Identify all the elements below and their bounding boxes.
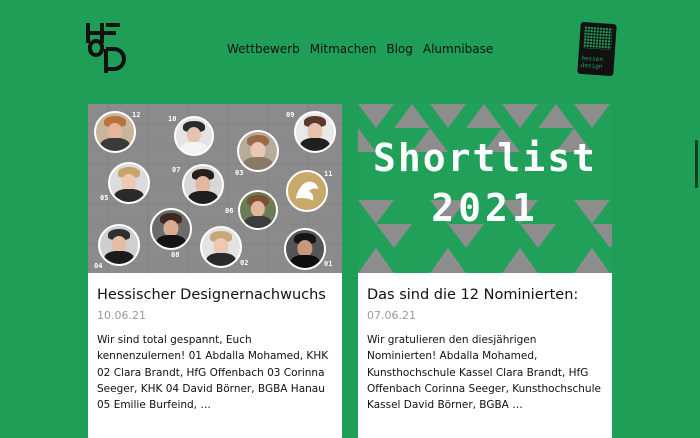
post-date: 10.06.21 — [97, 309, 146, 322]
post-image-photo-grid[interactable]: 12 10 09 03 07 05 11 06 04 08 02 01 — [88, 104, 342, 273]
nominee-avatar-02 — [200, 226, 242, 268]
hessen-design-monogram-icon — [86, 23, 126, 73]
label-11: 11 — [324, 170, 333, 178]
nominee-avatar-10 — [174, 116, 214, 156]
banner-line-1: Shortlist — [373, 136, 597, 180]
nominee-avatar-03 — [237, 130, 279, 172]
post-title[interactable]: Hessischer Designernachwuchs — [97, 287, 326, 303]
post-image-banner[interactable]: Shortlist 2021 — [358, 104, 612, 273]
badge-line-2: design — [580, 61, 603, 71]
label-04: 04 — [94, 262, 103, 270]
nominee-avatar-08 — [150, 208, 192, 250]
label-12: 12 — [132, 111, 141, 119]
nominee-avatar-09 — [294, 111, 336, 153]
hessen-design-badge-icon[interactable]: hessen design — [577, 21, 617, 77]
label-02: 02 — [240, 259, 249, 267]
nav-link-mitmachen[interactable]: Mitmachen — [310, 41, 377, 57]
nominee-avatar-01 — [284, 228, 326, 270]
label-03: 03 — [235, 169, 244, 177]
nominee-avatar-06 — [238, 190, 278, 230]
nominee-avatar-07 — [182, 164, 224, 206]
post-date: 07.06.21 — [367, 309, 416, 322]
site-logo[interactable] — [84, 21, 126, 75]
label-06: 06 — [225, 207, 234, 215]
post-title[interactable]: Das sind die 12 Nominierten: — [367, 287, 578, 303]
label-07: 07 — [172, 166, 181, 174]
label-08: 08 — [171, 251, 180, 259]
label-01: 01 — [324, 260, 333, 268]
post-card-2[interactable]: Shortlist 2021 Das sind die 12 Nominiert… — [358, 104, 612, 438]
label-10: 10 — [168, 115, 177, 123]
label-05: 05 — [100, 194, 109, 202]
badge-text: hessen design — [581, 55, 612, 71]
nav-link-blog[interactable]: Blog — [386, 41, 413, 57]
post-excerpt: Wir gratulieren den diesjährigen Nominie… — [367, 334, 601, 412]
nav-link-wettbewerb[interactable]: Wettbewerb — [227, 41, 300, 57]
nominee-avatar-11 — [286, 170, 328, 212]
badge-pattern — [583, 26, 613, 50]
nav-link-alumnibase[interactable]: Alumnibase — [423, 41, 493, 57]
main-navigation: Wettbewerb Mitmachen Blog Alumnibase — [227, 41, 503, 57]
post-card-1[interactable]: 12 10 09 03 07 05 11 06 04 08 02 01 Hess… — [88, 104, 342, 438]
post-excerpt: Wir sind total gespannt, Euch kennenzule… — [97, 334, 329, 412]
scrollbar-thumb[interactable] — [695, 140, 698, 188]
emblem-icon — [295, 181, 319, 201]
label-09: 09 — [286, 111, 295, 119]
nominee-avatar-05 — [108, 162, 150, 204]
banner-line-2: 2021 — [431, 186, 539, 230]
nominee-avatar-04 — [98, 224, 140, 266]
nominee-avatar-12 — [94, 111, 136, 153]
